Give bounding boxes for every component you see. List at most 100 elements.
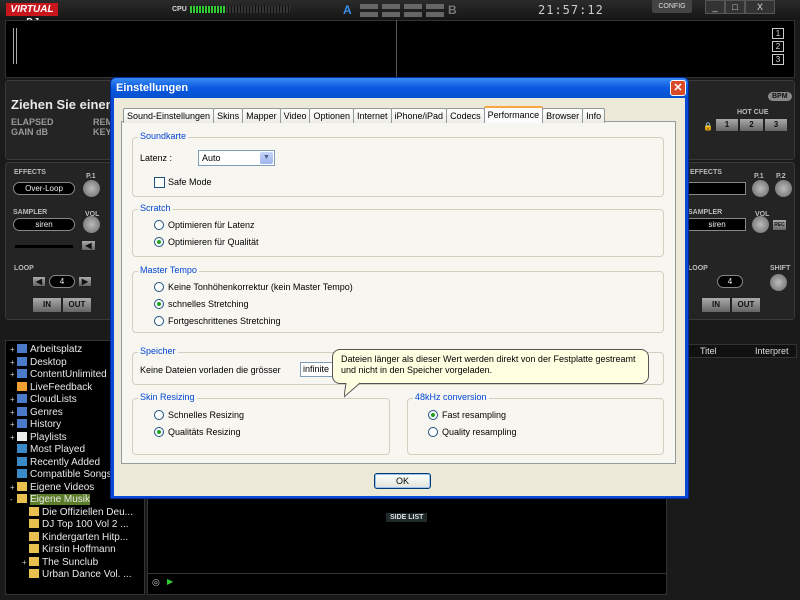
- pad-1[interactable]: 1: [772, 28, 784, 39]
- play-icon[interactable]: ▶: [167, 577, 173, 586]
- clock: 21:57:12: [538, 3, 604, 17]
- master-tempo-radio-1[interactable]: [154, 299, 164, 309]
- expand-toggle[interactable]: +: [10, 344, 17, 357]
- tree-item-label: Desktop: [30, 356, 67, 368]
- search-icon[interactable]: ◎: [152, 577, 160, 588]
- tab-performance[interactable]: Performance: [483, 106, 544, 123]
- conversion-radio-0[interactable]: [428, 410, 438, 420]
- tree-item[interactable]: DJ Top 100 Vol 2 ...: [10, 519, 144, 532]
- tab-optionen[interactable]: Optionen: [309, 108, 354, 123]
- loop-half-button[interactable]: ◀: [32, 276, 46, 287]
- tab-mapper[interactable]: Mapper: [242, 108, 281, 123]
- expand-toggle[interactable]: +: [10, 407, 17, 420]
- expand-toggle[interactable]: +: [10, 369, 17, 382]
- crossfader-segment: [404, 12, 422, 17]
- expand-toggle[interactable]: +: [10, 432, 17, 445]
- expand-toggle[interactable]: -: [10, 494, 17, 507]
- loop-out-button-right[interactable]: OUT: [731, 297, 761, 313]
- waveform-divider: [396, 20, 397, 78]
- loop-in-button[interactable]: IN: [32, 297, 62, 313]
- expand-toggle[interactable]: +: [10, 394, 17, 407]
- p1-label: P.1: [86, 173, 96, 180]
- close-app-button[interactable]: X: [745, 0, 775, 14]
- scratch-radio-0[interactable]: [154, 220, 164, 230]
- expand-toggle[interactable]: +: [10, 357, 17, 370]
- loop-in-button-right[interactable]: IN: [701, 297, 731, 313]
- conversion-radio-1[interactable]: [428, 427, 438, 437]
- skin-resizing-radio-0[interactable]: [154, 410, 164, 420]
- search-bar-divider: [147, 573, 667, 574]
- pad-3[interactable]: 3: [772, 54, 784, 65]
- tab-codecs[interactable]: Codecs: [446, 108, 485, 123]
- chevron-down-icon[interactable]: ▼: [260, 152, 273, 164]
- tree-item[interactable]: Die Offiziellen Deu...: [10, 506, 144, 520]
- effect-select-right[interactable]: [688, 182, 746, 195]
- tree-item[interactable]: Urban Dance Vol. ...: [10, 569, 144, 582]
- skin-resizing-legend: Skin Resizing: [138, 392, 197, 402]
- master-tempo-radio-0[interactable]: [154, 282, 164, 292]
- tree-item[interactable]: + The Sunclub: [10, 556, 144, 570]
- loop-label: LOOP: [14, 265, 34, 272]
- effects-label: EFFECTS: [14, 169, 46, 176]
- column-interpret[interactable]: Interpret: [755, 346, 789, 356]
- scratch-radio-1[interactable]: [154, 237, 164, 247]
- hot-cue-3[interactable]: 3: [764, 118, 788, 132]
- virtualdj-logo: VIRTUAL DJ: [6, 3, 58, 28]
- column-titel[interactable]: Titel: [700, 346, 717, 356]
- tab-info[interactable]: Info: [582, 108, 606, 123]
- tab-browser[interactable]: Browser: [542, 108, 584, 123]
- loop-size-select[interactable]: 4: [49, 275, 75, 288]
- rec-button[interactable]: REC: [772, 219, 787, 231]
- dialog-close-button[interactable]: ✕: [670, 80, 686, 96]
- skin-resizing-radio-1[interactable]: [154, 427, 164, 437]
- scratch-option-label: Optimieren für Latenz: [168, 220, 255, 230]
- bpm-button[interactable]: BPM: [768, 92, 792, 101]
- tree-item-label: The Sunclub: [42, 556, 99, 568]
- tree-item[interactable]: Kirstin Hoffmann: [10, 544, 144, 557]
- expand-toggle[interactable]: +: [10, 419, 17, 432]
- tab-sound-einstellungen[interactable]: Sound-Einstellungen: [123, 108, 215, 123]
- safe-mode-label: Safe Mode: [168, 177, 212, 187]
- folder-icon: [29, 531, 39, 541]
- tree-item[interactable]: Kindergarten Hitp...: [10, 531, 144, 545]
- crossfader-segment: [382, 4, 400, 9]
- loop-out-button[interactable]: OUT: [62, 297, 92, 313]
- genres-icon: [17, 406, 27, 416]
- p1-knob[interactable]: [83, 180, 100, 197]
- master-tempo-radio-2[interactable]: [154, 316, 164, 326]
- elapsed-label: ELAPSED: [11, 117, 54, 127]
- tab-skins[interactable]: Skins: [213, 108, 244, 123]
- loop-double-button[interactable]: ▶: [78, 276, 92, 287]
- prev-sample-button[interactable]: ◀: [81, 240, 96, 251]
- expand-toggle[interactable]: +: [22, 557, 29, 570]
- vol-knob[interactable]: [83, 216, 100, 233]
- p2-knob-right[interactable]: [775, 180, 792, 197]
- shift-knob[interactable]: [770, 274, 787, 291]
- tree-item-label: Urban Dance Vol. ...: [42, 569, 132, 580]
- loop-size-select-right[interactable]: 4: [717, 275, 743, 288]
- vol-knob-right[interactable]: [752, 216, 769, 233]
- tab-internet[interactable]: Internet: [352, 108, 392, 123]
- history-icon: [17, 419, 27, 428]
- minimize-button[interactable]: _: [705, 0, 725, 14]
- hot-cue-2[interactable]: 2: [739, 118, 764, 132]
- expand-toggle[interactable]: +: [10, 482, 17, 495]
- tree-item-label: Eigene Musik: [30, 494, 91, 505]
- hot-cue-1[interactable]: 1: [715, 118, 739, 132]
- side-list-label[interactable]: SIDE LIST: [386, 513, 428, 522]
- latenz-value: Auto: [202, 153, 221, 163]
- config-button[interactable]: CONFIG: [652, 0, 692, 13]
- sampler-select-right[interactable]: siren: [688, 218, 746, 231]
- effect-select[interactable]: Over-Loop: [13, 182, 75, 195]
- tab-video[interactable]: Video: [279, 108, 311, 123]
- ok-button[interactable]: OK: [374, 473, 431, 489]
- crossfader-segment: [426, 4, 444, 9]
- pad-2[interactable]: 2: [772, 41, 784, 52]
- p1-knob-right[interactable]: [752, 180, 769, 197]
- sampler-select[interactable]: siren: [13, 218, 75, 231]
- latenz-select[interactable]: Auto ▼: [198, 150, 275, 166]
- maximize-button[interactable]: □: [725, 0, 745, 14]
- lock-icon[interactable]: 🔒: [703, 122, 713, 131]
- tab-iphone-ipad[interactable]: iPhone/iPad: [390, 108, 448, 123]
- safe-mode-checkbox[interactable]: [154, 177, 165, 188]
